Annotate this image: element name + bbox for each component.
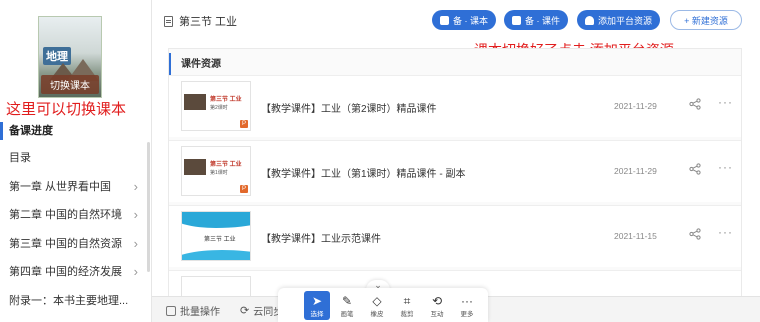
cloud-sync-button[interactable]: ⟳ 云同步 xyxy=(240,303,283,318)
sidebar-item-label: 第一章 从世界看中国 xyxy=(9,180,112,193)
more-icon[interactable]: ··· xyxy=(718,95,733,109)
sidebar-item-appendix-1[interactable]: 附录一：本书主要地理... xyxy=(0,287,148,316)
thumbnail-title: 第三节 工业 xyxy=(204,237,236,243)
sidebar-item-toc[interactable]: 目录 xyxy=(0,144,148,173)
button-label: 备 · 课件 xyxy=(525,15,560,26)
sidebar-scrollbar[interactable] xyxy=(147,142,150,272)
list-item[interactable]: 第三节 工业 第1课时 P 【教学课件】工业（第1课时）精品课件 - 副本 20… xyxy=(169,140,741,202)
sidebar: 地理 切换课本 这里可以切换课本 备课进度 目录 第一章 从世界看中国 › 第二章… xyxy=(0,0,152,322)
more-tool[interactable]: ··· 更多 xyxy=(454,294,480,318)
sidebar-item-chapter-1[interactable]: 第一章 从世界看中国 › xyxy=(0,173,148,202)
courseware-title[interactable]: 【教学课件】工业示范课件 xyxy=(261,230,381,245)
sidebar-item-chapter-4[interactable]: 第四章 中国的经济发展 › xyxy=(0,258,148,287)
interact-icon: ⟲ xyxy=(431,294,443,308)
chapter-list: 目录 第一章 从世界看中国 › 第二章 中国的自然环境 › 第三章 中国的自然资源 ›… xyxy=(0,144,148,315)
add-platform-resource-button[interactable]: 添加平台资源 xyxy=(577,10,661,30)
tool-label: 互动 xyxy=(430,311,444,318)
thumbnail-photo xyxy=(184,159,206,175)
share-icon[interactable] xyxy=(689,228,701,240)
thumbnail-subtitle: 第1课时 xyxy=(210,170,228,176)
courseware-date: 2021-11-15 xyxy=(614,231,657,241)
sidebar-item-label: 第二章 中国的自然环境 xyxy=(9,209,123,221)
slides-icon xyxy=(512,15,521,25)
courseware-date: 2021-11-29 xyxy=(614,166,657,176)
sync-icon: ⟳ xyxy=(240,305,250,317)
list-item[interactable]: 第三节 工业 第2课时 P 【教学课件】工业（第2课时）精品课件 2021-11… xyxy=(169,75,741,137)
sidebar-item-label: 目录 xyxy=(9,152,31,164)
courseware-thumbnail[interactable]: 第三节 工业 第2课时 P xyxy=(181,81,251,131)
more-icon: ··· xyxy=(461,294,473,308)
book-icon xyxy=(440,15,449,25)
sidebar-item-chapter-3[interactable]: 第三章 中国的自然资源 › xyxy=(0,230,148,259)
textbook-cover[interactable]: 地理 切换课本 xyxy=(38,16,102,98)
pen-tool[interactable]: ✎ 画笔 xyxy=(334,294,360,318)
share-icon[interactable] xyxy=(689,98,701,110)
crop-tool[interactable]: ⌗ 裁剪 xyxy=(394,294,420,318)
ppt-icon: P xyxy=(240,185,248,193)
chevron-right-icon: › xyxy=(133,235,138,251)
more-icon[interactable]: ··· xyxy=(718,160,733,174)
thumbnail-title: 第三节 工业 xyxy=(210,162,242,168)
courseware-thumbnail[interactable]: 第三节 工业 xyxy=(181,211,251,261)
eraser-tool[interactable]: ◇ 橡皮 xyxy=(364,294,390,318)
ppt-icon: P xyxy=(240,120,248,128)
progress-title: 备课进度 xyxy=(0,122,152,140)
pen-icon: ✎ xyxy=(341,294,353,308)
courseware-thumbnail[interactable]: 第三节 工业 第1课时 P xyxy=(181,146,251,196)
chevron-right-icon: › xyxy=(133,178,138,194)
chevron-right-icon: › xyxy=(133,207,138,222)
sidebar-item-label: 附录一：本书主要地理... xyxy=(9,294,129,307)
sidebar-item-label: 第三章 中国的自然资源 xyxy=(9,237,123,250)
list-item[interactable]: 第三节 工业 【教学课件】工业示范课件 2021-11-15 ··· xyxy=(169,205,741,267)
more-icon[interactable]: ··· xyxy=(718,225,733,239)
tool-label: 画笔 xyxy=(340,311,354,318)
panel-title: 课件资源 xyxy=(169,53,741,77)
courseware-title[interactable]: 【教学课件】工业（第1课时）精品课件 - 副本 xyxy=(261,165,465,180)
courseware-panel: 课件资源 第三节 工业 第2课时 P 【教学课件】工业（第2课时）精品课件 20… xyxy=(168,48,742,298)
button-label: 批量操作 xyxy=(180,307,220,318)
chevron-right-icon: › xyxy=(133,264,138,279)
thumbnail-photo xyxy=(184,94,206,110)
cursor-icon: ➤ xyxy=(311,294,323,308)
courseware-date: 2021-11-29 xyxy=(614,101,657,111)
tool-label: 选择 xyxy=(310,311,324,318)
breadcrumb-label: 第三节 工业 xyxy=(179,16,238,28)
thumbnail-wave xyxy=(182,212,250,228)
header: 第三节 工业 备 · 课本 备 · 课件 添加平台资源 + 新建资源 xyxy=(152,0,760,40)
bei-textbook-button[interactable]: 备 · 课本 xyxy=(432,10,496,30)
button-label: 添加平台资源 xyxy=(598,15,653,26)
tool-label: 橡皮 xyxy=(370,311,384,318)
sidebar-item-label: 第四章 中国的经济发展 xyxy=(9,266,123,278)
courseware-thumbnail[interactable] xyxy=(181,276,251,297)
bei-courseware-button[interactable]: 备 · 课件 xyxy=(504,10,568,30)
crop-icon: ⌗ xyxy=(403,294,411,308)
batch-operation-button[interactable]: 批量操作 xyxy=(166,303,220,318)
layers-icon xyxy=(166,305,176,316)
document-icon xyxy=(164,15,173,27)
tool-label: 裁剪 xyxy=(400,311,414,318)
share-icon[interactable] xyxy=(689,163,701,175)
thumbnail-wave xyxy=(182,250,250,260)
thumbnail-subtitle: 第2课时 xyxy=(210,105,228,111)
switch-textbook-button[interactable]: 切换课本 xyxy=(41,75,99,94)
button-label: 备 · 课本 xyxy=(453,15,488,26)
tool-dock: ➤ 选择 ✎ 画笔 ◇ 橡皮 ⌗ 裁剪 ⟲ 互动 ··· 更多 xyxy=(278,288,488,322)
eraser-icon: ◇ xyxy=(372,294,382,308)
annotation-switch-textbook: 这里可以切换课本 xyxy=(6,101,127,118)
sidebar-item-chapter-2[interactable]: 第二章 中国的自然环境 › xyxy=(0,201,148,230)
select-tool[interactable]: ➤ 选择 xyxy=(304,291,330,320)
new-resource-button[interactable]: + 新建资源 xyxy=(670,10,742,30)
breadcrumb: 第三节 工业 xyxy=(164,13,237,29)
thumbnail-title: 第三节 工业 xyxy=(210,97,242,103)
interact-tool[interactable]: ⟲ 互动 xyxy=(424,294,450,318)
courseware-title[interactable]: 【教学课件】工业（第2课时）精品课件 xyxy=(261,100,437,115)
tool-label: 更多 xyxy=(460,311,474,318)
cloud-icon xyxy=(585,15,594,25)
